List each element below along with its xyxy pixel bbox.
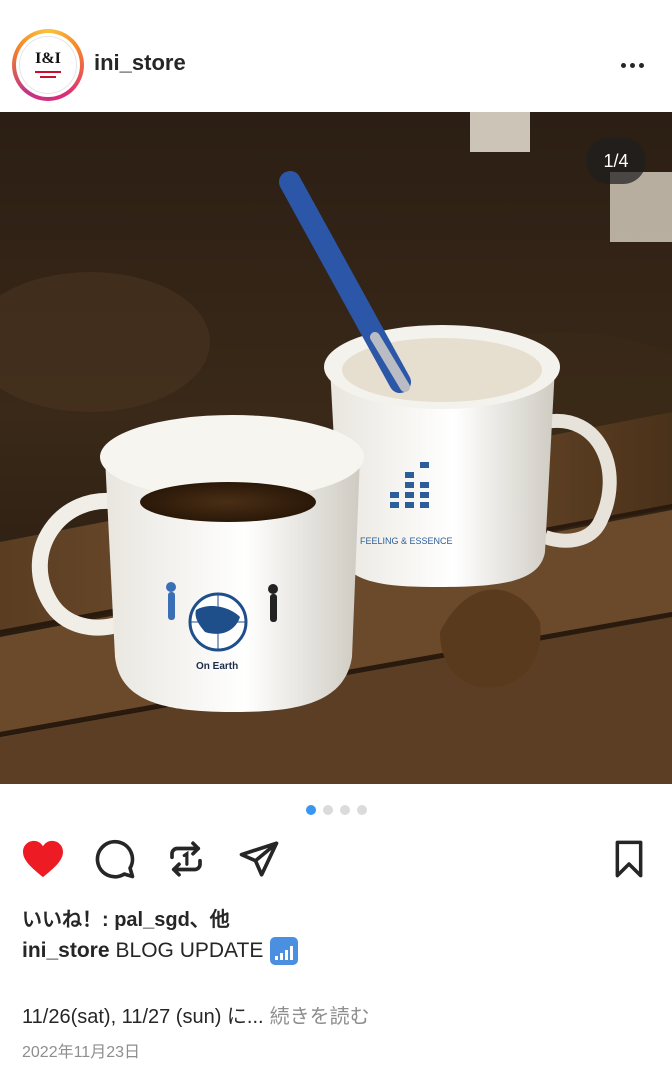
caption-text: BLOG UPDATE bbox=[115, 939, 264, 962]
carousel-dot[interactable] bbox=[339, 805, 350, 815]
likes-text[interactable]: いいね！: pal_sgd、他 bbox=[22, 903, 230, 932]
story-ring[interactable]: I&I bbox=[12, 29, 84, 101]
send-icon bbox=[239, 841, 279, 877]
image-counter: 1/4 bbox=[586, 138, 646, 184]
post-date: 2022年11月23日 bbox=[22, 1044, 141, 1061]
photo-image: FEELING & ESSENCE On Earth bbox=[0, 112, 672, 784]
save-button[interactable] bbox=[606, 836, 652, 882]
avatar-logo-line bbox=[40, 75, 56, 78]
caption-snippet: 11/26(sat), 11/27 (sun) に... 続きを読む bbox=[22, 1000, 370, 1029]
post-header: I&I ini_store bbox=[0, 0, 672, 112]
comment-icon bbox=[95, 839, 135, 879]
post-photo[interactable]: FEELING & ESSENCE On Earth 1/4 bbox=[0, 112, 672, 784]
avatar[interactable]: I&I bbox=[19, 36, 77, 94]
share-button[interactable] bbox=[236, 836, 282, 882]
bookmark-icon bbox=[615, 840, 643, 878]
action-bar bbox=[0, 836, 672, 882]
caption-username[interactable]: ini_store bbox=[22, 939, 110, 963]
signal-bars-icon bbox=[270, 937, 299, 965]
carousel-indicator bbox=[0, 805, 672, 817]
read-more-link[interactable]: 続きを読む bbox=[270, 1006, 370, 1028]
avatar-logo: I&I bbox=[35, 49, 61, 67]
snippet-text: 11/26(sat), 11/27 (sun) に... bbox=[22, 1006, 264, 1028]
username-link[interactable]: ini_store bbox=[94, 50, 186, 76]
like-button[interactable] bbox=[20, 836, 66, 882]
more-icon bbox=[620, 62, 626, 68]
avatar-logo-line bbox=[35, 70, 61, 73]
repost-icon bbox=[170, 841, 202, 877]
carousel-dot-active[interactable] bbox=[305, 805, 316, 815]
mug-left-label: On Earth bbox=[196, 661, 238, 672]
heart-icon bbox=[23, 840, 63, 878]
comment-button[interactable] bbox=[92, 836, 138, 882]
caption: ini_store BLOG UPDATE bbox=[22, 937, 299, 965]
mug-right-label: FEELING & ESSENCE bbox=[360, 536, 453, 546]
repost-button[interactable] bbox=[163, 836, 209, 882]
carousel-dot[interactable] bbox=[356, 805, 367, 815]
more-options-button[interactable] bbox=[612, 50, 652, 80]
carousel-dot[interactable] bbox=[322, 805, 333, 815]
